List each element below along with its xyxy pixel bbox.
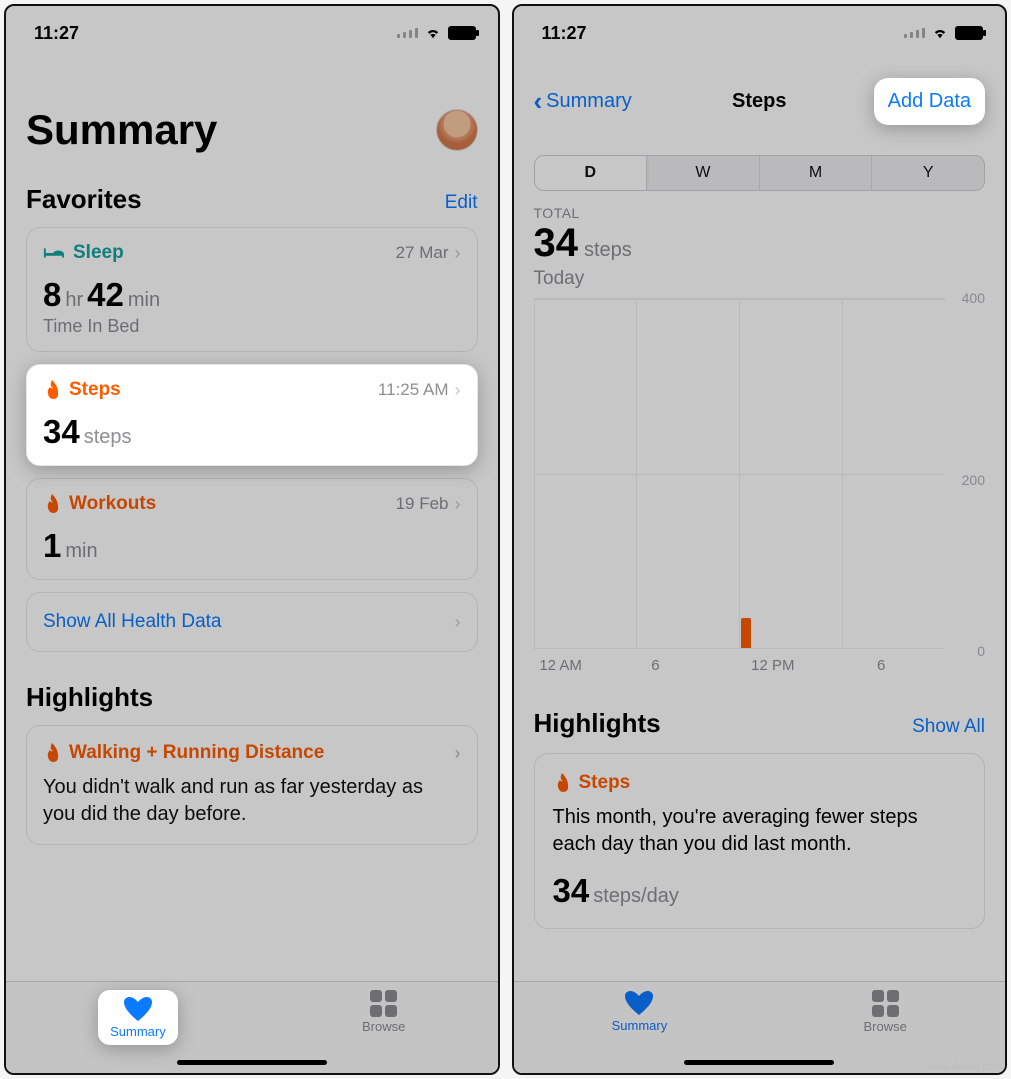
watermark: www.deuaq.com xyxy=(928,1062,1001,1073)
heart-icon xyxy=(123,996,153,1022)
show-all-health-data[interactable]: Show All Health Data › xyxy=(26,592,478,652)
walking-highlight-card[interactable]: Walking + Running Distance › You didn't … xyxy=(26,725,478,845)
home-indicator[interactable] xyxy=(177,1060,327,1065)
total-value: 34 steps xyxy=(534,221,986,266)
screenshot-right-steps-detail: 11:27 ‹ Summary Steps Add Data D W M Y T… xyxy=(512,4,1008,1075)
highlights-heading: Highlights xyxy=(534,708,661,739)
tab-summary[interactable]: Summary xyxy=(612,990,668,1033)
steps-metric: 34 steps xyxy=(43,413,461,451)
x-tick-6p: 6 xyxy=(877,657,885,674)
status-icons xyxy=(904,26,983,40)
workouts-date: 19 Feb › xyxy=(396,494,461,515)
chevron-right-icon: › xyxy=(455,612,461,633)
chart-plot-area xyxy=(534,298,946,648)
status-bar: 11:27 xyxy=(514,6,1006,54)
chevron-right-icon: › xyxy=(455,243,461,264)
battery-icon xyxy=(448,26,476,40)
cellular-icon xyxy=(904,28,925,38)
y-tick-0: 0 xyxy=(977,643,985,659)
total-label: TOTAL xyxy=(534,205,986,221)
page-title: Summary xyxy=(26,106,217,154)
sleep-card[interactable]: Sleep 27 Mar › 8hr 42min Time In Bed xyxy=(26,227,478,352)
grid-icon xyxy=(872,990,899,1017)
x-tick-6a: 6 xyxy=(651,657,659,674)
walking-title: Walking + Running Distance xyxy=(43,742,324,764)
wifi-icon xyxy=(424,26,442,40)
tab-browse[interactable]: Browse xyxy=(864,990,907,1034)
workouts-title: Workouts xyxy=(43,493,156,515)
sleep-title: Sleep xyxy=(43,242,124,264)
y-tick-200: 200 xyxy=(962,472,985,488)
sleep-metric: 8hr 42min xyxy=(43,276,461,314)
favorites-heading: Favorites xyxy=(26,184,142,215)
steps-highlight-metric: 34 steps/day xyxy=(553,872,967,910)
bed-icon xyxy=(43,245,65,261)
steps-content: ‹ Summary Steps Add Data D W M Y TOTAL 3… xyxy=(514,54,1006,981)
avatar[interactable] xyxy=(436,109,478,151)
seg-week[interactable]: W xyxy=(647,156,760,190)
workouts-label: Workouts xyxy=(69,493,156,515)
steps-label: Steps xyxy=(69,379,121,401)
flame-icon xyxy=(43,380,61,400)
tab-summary[interactable]: Summary xyxy=(98,990,178,1045)
time-range-segmented[interactable]: D W M Y xyxy=(534,155,986,191)
steps-time: 11:25 AM › xyxy=(378,380,461,401)
status-bar: 11:27 xyxy=(6,6,498,54)
status-time: 11:27 xyxy=(542,23,587,44)
cellular-icon xyxy=(397,28,418,38)
screenshot-left-summary: 11:27 Summary Favorites Edit Sleep 27 Ma xyxy=(4,4,500,1075)
back-button[interactable]: ‹ Summary xyxy=(534,86,632,117)
nav-bar: ‹ Summary Steps Add Data xyxy=(534,78,986,125)
today-label: Today xyxy=(534,268,986,290)
steps-highlight-title: Steps xyxy=(553,772,967,794)
seg-day[interactable]: D xyxy=(535,156,648,190)
highlights-header: Highlights Show All xyxy=(534,708,986,739)
sleep-caption: Time In Bed xyxy=(43,316,461,337)
sleep-date: 27 Mar › xyxy=(396,243,461,264)
seg-month[interactable]: M xyxy=(760,156,873,190)
steps-title: Steps xyxy=(43,379,121,401)
nav-title: Steps xyxy=(732,90,786,113)
home-indicator[interactable] xyxy=(684,1060,834,1065)
x-tick-12pm: 12 PM xyxy=(751,657,794,674)
show-all-button[interactable]: Show All xyxy=(912,716,985,738)
steps-highlight-body: This month, you're averaging fewer steps… xyxy=(553,804,967,858)
heart-icon xyxy=(624,990,654,1016)
chevron-right-icon: › xyxy=(455,380,461,401)
wifi-icon xyxy=(931,26,949,40)
favorites-header: Favorites Edit xyxy=(26,184,478,215)
chevron-right-icon: › xyxy=(455,743,461,764)
y-tick-400: 400 xyxy=(962,290,985,306)
chart-bar-12pm xyxy=(741,618,751,648)
sleep-label: Sleep xyxy=(73,242,124,264)
flame-icon xyxy=(43,743,61,763)
walking-body: You didn't walk and run as far yesterday… xyxy=(43,774,461,828)
status-time: 11:27 xyxy=(34,23,79,44)
chevron-left-icon: ‹ xyxy=(534,86,543,117)
highlights-heading: Highlights xyxy=(26,682,478,713)
x-tick-12am: 12 AM xyxy=(539,657,582,674)
steps-card[interactable]: Steps 11:25 AM › 34 steps xyxy=(26,364,478,466)
flame-icon xyxy=(43,494,61,514)
workouts-metric: 1 min xyxy=(43,527,461,565)
edit-button[interactable]: Edit xyxy=(445,192,478,214)
steps-chart[interactable]: 400 200 0 12 AM 6 12 PM 6 xyxy=(534,298,986,678)
battery-icon xyxy=(955,26,983,40)
status-icons xyxy=(397,26,476,40)
seg-year[interactable]: Y xyxy=(872,156,984,190)
chevron-right-icon: › xyxy=(455,494,461,515)
workouts-card[interactable]: Workouts 19 Feb › 1 min xyxy=(26,478,478,580)
flame-icon xyxy=(553,773,571,793)
tab-browse[interactable]: Browse xyxy=(362,990,405,1034)
summary-content: Summary Favorites Edit Sleep 27 Mar › 8h… xyxy=(6,54,498,981)
steps-highlight-card[interactable]: Steps This month, you're averaging fewer… xyxy=(534,753,986,929)
grid-icon xyxy=(370,990,397,1017)
add-data-button[interactable]: Add Data xyxy=(874,78,985,125)
page-title-row: Summary xyxy=(26,106,478,154)
